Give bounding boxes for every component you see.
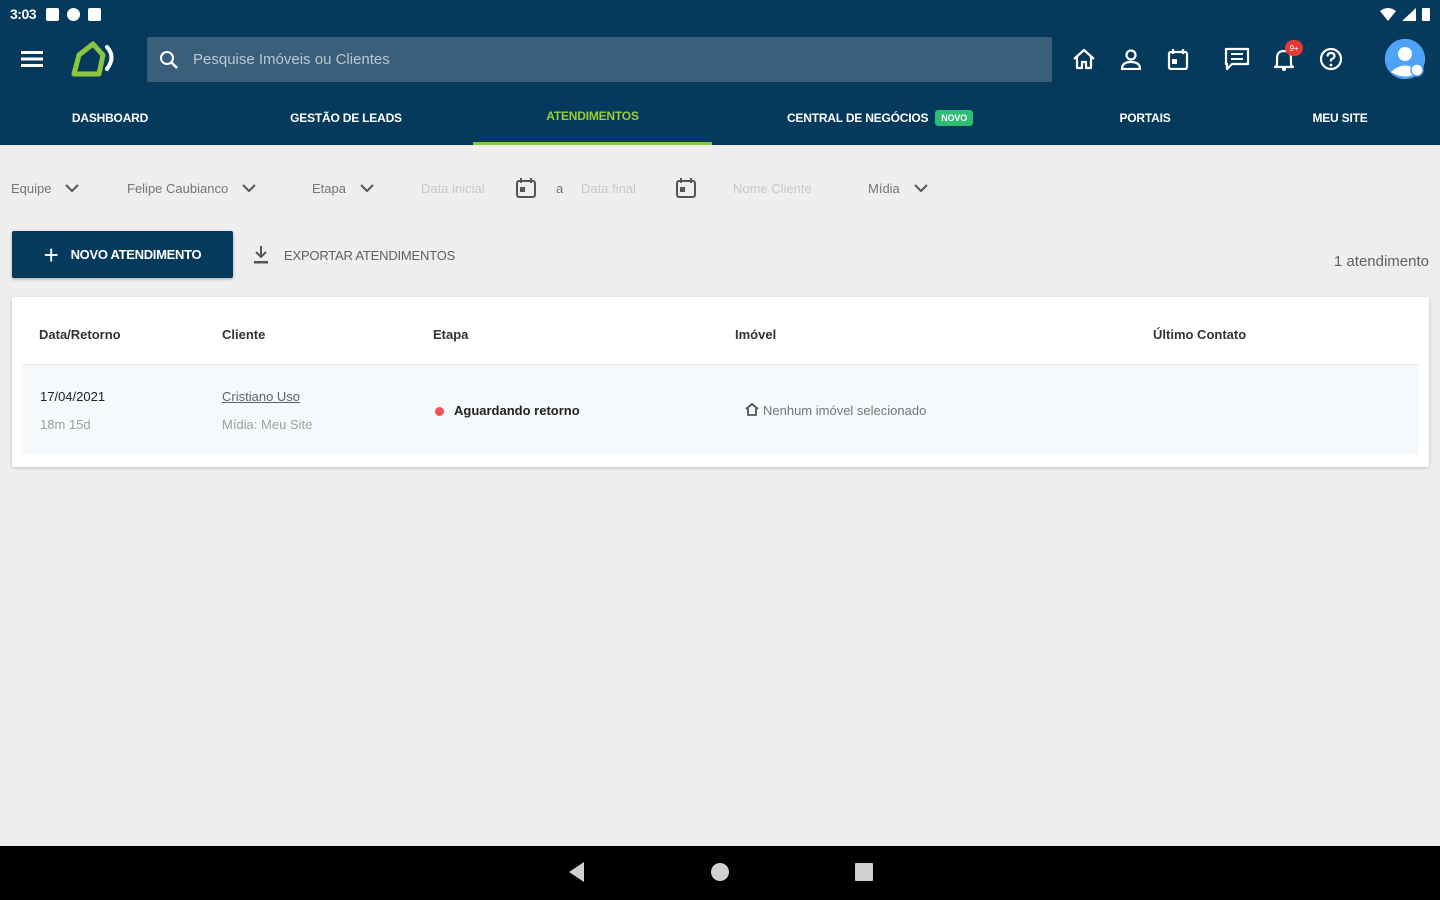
avatar[interactable]: [1385, 39, 1425, 79]
battery-icon: [1422, 8, 1430, 21]
logo-icon: [71, 41, 114, 77]
client-name-placeholder: Nome Cliente: [733, 180, 812, 196]
tab-meu-site[interactable]: MEU SITE: [1285, 90, 1395, 145]
column-header-last-contact[interactable]: Último Contato: [1153, 327, 1246, 342]
client-link[interactable]: Cristiano Uso: [222, 389, 300, 404]
notification-badge: 9+: [1285, 40, 1303, 56]
row-stage-label: Aguardando retorno: [454, 403, 580, 418]
new-attendance-button[interactable]: + NOVO ATENDIMENTO: [12, 231, 233, 278]
broker-filter-label: Felipe Caubianco: [127, 180, 229, 196]
tab-label: ATENDIMENTOS: [546, 109, 639, 123]
new-badge: NOVO: [935, 109, 974, 126]
team-filter-label: Equipe: [11, 180, 52, 196]
tab-dashboard[interactable]: DASHBOARD: [40, 90, 180, 145]
tab-label: GESTÃO DE LEADS: [290, 110, 402, 125]
stage-status-dot: [435, 407, 444, 417]
notifications-button[interactable]: 9+: [1260, 28, 1307, 90]
export-attendances-button[interactable]: EXPORTAR ATENDIMENTOS: [252, 240, 455, 270]
chevron-down-icon: [242, 184, 256, 192]
stage-filter[interactable]: Etapa: [312, 168, 374, 208]
signal-icon: [1402, 7, 1416, 21]
end-date-field[interactable]: Data final: [581, 168, 636, 208]
sd-card-icon: [88, 7, 102, 21]
row-elapsed: 18m 15d: [40, 417, 91, 432]
messages-button[interactable]: [1213, 28, 1260, 90]
media-filter-label: Mídia: [868, 180, 900, 196]
row-date: 17/04/2021: [40, 389, 106, 404]
row-property: Nenhum imóvel selecionado: [745, 402, 927, 418]
menu-button[interactable]: [0, 28, 64, 90]
team-filter[interactable]: Equipe: [11, 168, 80, 208]
status-bar: 3:03: [0, 0, 1440, 28]
house-icon: [745, 402, 759, 416]
user-avatar-icon: [1385, 39, 1425, 79]
wifi-icon: [1380, 7, 1396, 21]
date-separator: a: [556, 168, 563, 208]
media-filter[interactable]: Mídia: [868, 168, 928, 208]
start-date-field[interactable]: Data inicial: [421, 168, 485, 208]
start-date-placeholder: Data inicial: [421, 180, 485, 196]
tab-label: CENTRAL DE NEGÓCIOS: [786, 110, 929, 125]
hamburger-icon: [21, 51, 43, 67]
chat-icon: [1224, 47, 1249, 71]
plus-icon: +: [43, 239, 59, 270]
start-date-picker[interactable]: [515, 168, 537, 208]
calendar-button[interactable]: [1154, 28, 1201, 90]
chevron-down-icon: [360, 184, 374, 192]
home-icon: [1072, 48, 1095, 70]
export-label: EXPORTAR ATENDIMENTOS: [284, 247, 456, 263]
column-header-date[interactable]: Data/Retorno: [39, 327, 121, 342]
table-header: Data/Retorno Cliente Etapa Imóvel Último…: [22, 297, 1419, 365]
home-button[interactable]: [1060, 28, 1107, 90]
attendance-count: 1 atendimento: [1333, 253, 1429, 270]
attendances-table: Data/Retorno Cliente Etapa Imóvel Último…: [12, 297, 1429, 467]
end-date-placeholder: Data final: [581, 180, 636, 196]
app-notification-icon: [67, 7, 81, 21]
app-header: 9+: [0, 28, 1440, 90]
column-header-property[interactable]: Imóvel: [735, 327, 776, 342]
date-separator-label: a: [556, 180, 564, 196]
main-tabs: DASHBOARD GESTÃO DE LEADS ATENDIMENTOS C…: [0, 90, 1440, 145]
home-nav-icon[interactable]: [710, 860, 730, 884]
system-nav-bar: [0, 846, 1440, 900]
chevron-down-icon: [65, 184, 80, 192]
filter-bar: Equipe Felipe Caubianco Etapa Data inici…: [0, 168, 1440, 208]
tab-central-de-negocios[interactable]: CENTRAL DE NEGÓCIOS NOVO: [762, 90, 998, 145]
table-row[interactable]: 17/04/2021 18m 15d Cristiano Uso Mídia: …: [22, 365, 1419, 455]
help-icon: [1319, 47, 1342, 71]
tab-gestao-de-leads[interactable]: GESTÃO DE LEADS: [262, 90, 430, 145]
status-time: 3:03: [10, 6, 37, 22]
client-name-field[interactable]: Nome Cliente: [733, 168, 812, 208]
tab-atendimentos[interactable]: ATENDIMENTOS: [473, 90, 712, 145]
tab-label: DASHBOARD: [71, 110, 149, 125]
tab-portais[interactable]: PORTAIS: [1090, 90, 1200, 145]
new-attendance-label: NOVO ATENDIMENTO: [70, 247, 202, 262]
chevron-down-icon: [914, 184, 928, 192]
tab-label: MEU SITE: [1312, 110, 1368, 125]
search-bar[interactable]: [147, 37, 1052, 82]
person-icon: [1120, 49, 1141, 70]
broker-filter[interactable]: Felipe Caubianco: [127, 168, 256, 208]
calendar-icon: [516, 178, 536, 198]
end-date-picker[interactable]: [675, 168, 697, 208]
row-media: Mídia: Meu Site: [222, 417, 313, 432]
app-logo[interactable]: [64, 28, 124, 90]
help-button[interactable]: [1307, 28, 1354, 90]
row-property-label: Nenhum imóvel selecionado: [763, 403, 927, 418]
column-header-stage[interactable]: Etapa: [433, 327, 468, 342]
recents-icon[interactable]: [854, 860, 874, 884]
notification-icon: [46, 7, 60, 21]
search-icon: [160, 50, 178, 69]
clients-button[interactable]: [1107, 28, 1154, 90]
stage-filter-label: Etapa: [312, 180, 346, 196]
search-input[interactable]: [193, 51, 1013, 68]
column-header-client[interactable]: Cliente: [222, 327, 265, 342]
calendar-icon: [676, 178, 696, 198]
back-icon[interactable]: [566, 860, 586, 884]
calendar-icon: [1167, 49, 1188, 70]
download-icon: [254, 246, 268, 264]
tab-label: PORTAIS: [1119, 110, 1171, 125]
row-stage: Aguardando retorno: [435, 403, 580, 418]
